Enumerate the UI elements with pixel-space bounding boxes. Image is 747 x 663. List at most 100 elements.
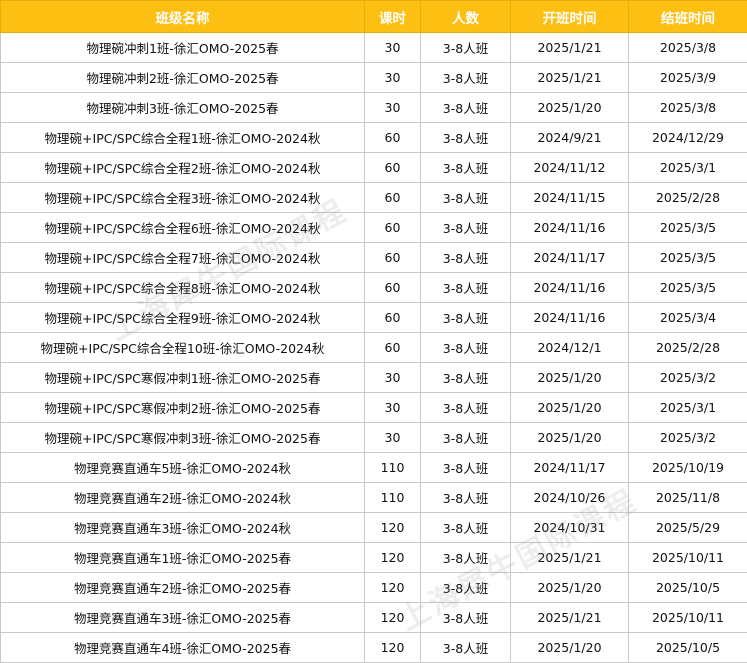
table-row: 物理碗+IPC/SPC综合全程2班-徐汇OMO-2024秋603-8人班2024… <box>1 153 747 183</box>
cell-start-date: 2025/1/21 <box>511 63 629 93</box>
cell-class-name: 物理竞赛直通车2班-徐汇OMO-2024秋 <box>1 483 365 513</box>
cell-hours: 60 <box>365 303 421 333</box>
cell-end-date: 2025/10/19 <box>629 453 747 483</box>
table-row: 物理碗+IPC/SPC综合全程3班-徐汇OMO-2024秋603-8人班2024… <box>1 183 747 213</box>
cell-end-date: 2025/3/8 <box>629 33 747 63</box>
cell-class-size: 3-8人班 <box>421 243 511 273</box>
cell-start-date: 2025/1/21 <box>511 603 629 633</box>
table-row: 物理竞赛直通车5班-徐汇OMO-2024秋1103-8人班2024/11/172… <box>1 453 747 483</box>
cell-hours: 120 <box>365 633 421 663</box>
cell-class-size: 3-8人班 <box>421 273 511 303</box>
cell-class-size: 3-8人班 <box>421 153 511 183</box>
cell-end-date: 2025/3/1 <box>629 153 747 183</box>
cell-class-size: 3-8人班 <box>421 393 511 423</box>
header-row: 班级名称 课时 人数 开班时间 结班时间 <box>1 1 747 33</box>
cell-start-date: 2025/1/20 <box>511 423 629 453</box>
table-row: 物理碗冲刺1班-徐汇OMO-2025春303-8人班2025/1/212025/… <box>1 33 747 63</box>
header-end-date: 结班时间 <box>629 1 747 33</box>
cell-class-name: 物理碗+IPC/SPC综合全程7班-徐汇OMO-2024秋 <box>1 243 365 273</box>
cell-class-name: 物理碗冲刺3班-徐汇OMO-2025春 <box>1 93 365 123</box>
cell-class-name: 物理碗+IPC/SPC综合全程3班-徐汇OMO-2024秋 <box>1 183 365 213</box>
cell-start-date: 2025/1/21 <box>511 543 629 573</box>
cell-hours: 60 <box>365 183 421 213</box>
cell-hours: 60 <box>365 213 421 243</box>
cell-start-date: 2024/11/15 <box>511 183 629 213</box>
cell-end-date: 2025/10/5 <box>629 633 747 663</box>
cell-end-date: 2025/2/28 <box>629 183 747 213</box>
cell-hours: 30 <box>365 63 421 93</box>
cell-end-date: 2025/3/4 <box>629 303 747 333</box>
cell-end-date: 2024/12/29 <box>629 123 747 153</box>
cell-hours: 110 <box>365 453 421 483</box>
cell-class-name: 物理竞赛直通车3班-徐汇OMO-2024秋 <box>1 513 365 543</box>
cell-hours: 30 <box>365 423 421 453</box>
cell-hours: 30 <box>365 363 421 393</box>
cell-hours: 60 <box>365 273 421 303</box>
table-row: 物理碗+IPC/SPC寒假冲刺2班-徐汇OMO-2025春303-8人班2025… <box>1 393 747 423</box>
table-row: 物理碗+IPC/SPC综合全程7班-徐汇OMO-2024秋603-8人班2024… <box>1 243 747 273</box>
table-row: 物理碗+IPC/SPC寒假冲刺3班-徐汇OMO-2025春303-8人班2025… <box>1 423 747 453</box>
table-body: 物理碗冲刺1班-徐汇OMO-2025春303-8人班2025/1/212025/… <box>1 33 747 663</box>
cell-start-date: 2024/9/21 <box>511 123 629 153</box>
cell-hours: 60 <box>365 243 421 273</box>
table-row: 物理竞赛直通车3班-徐汇OMO-2024秋1203-8人班2024/10/312… <box>1 513 747 543</box>
cell-end-date: 2025/3/5 <box>629 243 747 273</box>
cell-hours: 60 <box>365 333 421 363</box>
cell-start-date: 2025/1/20 <box>511 363 629 393</box>
cell-hours: 60 <box>365 123 421 153</box>
table-row: 物理碗+IPC/SPC寒假冲刺1班-徐汇OMO-2025春303-8人班2025… <box>1 363 747 393</box>
cell-class-size: 3-8人班 <box>421 633 511 663</box>
cell-start-date: 2024/11/16 <box>511 273 629 303</box>
cell-class-name: 物理碗+IPC/SPC寒假冲刺3班-徐汇OMO-2025春 <box>1 423 365 453</box>
table-row: 物理碗+IPC/SPC综合全程6班-徐汇OMO-2024秋603-8人班2024… <box>1 213 747 243</box>
cell-class-size: 3-8人班 <box>421 183 511 213</box>
cell-hours: 30 <box>365 33 421 63</box>
cell-class-size: 3-8人班 <box>421 453 511 483</box>
cell-end-date: 2025/5/29 <box>629 513 747 543</box>
class-schedule-table: 班级名称 课时 人数 开班时间 结班时间 物理碗冲刺1班-徐汇OMO-2025春… <box>0 0 747 663</box>
cell-hours: 60 <box>365 153 421 183</box>
cell-start-date: 2025/1/20 <box>511 93 629 123</box>
table-row: 物理碗+IPC/SPC综合全程9班-徐汇OMO-2024秋603-8人班2024… <box>1 303 747 333</box>
table-row: 物理碗冲刺3班-徐汇OMO-2025春303-8人班2025/1/202025/… <box>1 93 747 123</box>
cell-start-date: 2024/10/31 <box>511 513 629 543</box>
cell-end-date: 2025/10/5 <box>629 573 747 603</box>
cell-end-date: 2025/10/11 <box>629 603 747 633</box>
table-row: 物理碗+IPC/SPC综合全程10班-徐汇OMO-2024秋603-8人班202… <box>1 333 747 363</box>
cell-class-name: 物理竞赛直通车3班-徐汇OMO-2025春 <box>1 603 365 633</box>
cell-start-date: 2025/1/20 <box>511 633 629 663</box>
cell-start-date: 2024/11/16 <box>511 213 629 243</box>
cell-class-name: 物理碗+IPC/SPC综合全程1班-徐汇OMO-2024秋 <box>1 123 365 153</box>
cell-hours: 120 <box>365 603 421 633</box>
cell-end-date: 2025/3/5 <box>629 213 747 243</box>
cell-class-size: 3-8人班 <box>421 123 511 153</box>
cell-start-date: 2025/1/20 <box>511 573 629 603</box>
cell-end-date: 2025/2/28 <box>629 333 747 363</box>
cell-hours: 30 <box>365 393 421 423</box>
cell-class-size: 3-8人班 <box>421 513 511 543</box>
cell-start-date: 2024/11/17 <box>511 453 629 483</box>
cell-end-date: 2025/3/8 <box>629 93 747 123</box>
cell-hours: 30 <box>365 93 421 123</box>
cell-end-date: 2025/3/1 <box>629 393 747 423</box>
table-row: 物理碗+IPC/SPC综合全程1班-徐汇OMO-2024秋603-8人班2024… <box>1 123 747 153</box>
cell-class-name: 物理碗冲刺1班-徐汇OMO-2025春 <box>1 33 365 63</box>
header-class-name: 班级名称 <box>1 1 365 33</box>
cell-class-name: 物理碗+IPC/SPC综合全程8班-徐汇OMO-2024秋 <box>1 273 365 303</box>
cell-class-size: 3-8人班 <box>421 333 511 363</box>
cell-class-size: 3-8人班 <box>421 213 511 243</box>
cell-class-size: 3-8人班 <box>421 483 511 513</box>
cell-class-name: 物理碗+IPC/SPC综合全程9班-徐汇OMO-2024秋 <box>1 303 365 333</box>
table-header: 班级名称 课时 人数 开班时间 结班时间 <box>1 1 747 33</box>
cell-class-name: 物理碗+IPC/SPC寒假冲刺1班-徐汇OMO-2025春 <box>1 363 365 393</box>
cell-class-name: 物理竞赛直通车4班-徐汇OMO-2025春 <box>1 633 365 663</box>
table-row: 物理竞赛直通车1班-徐汇OMO-2025春1203-8人班2025/1/2120… <box>1 543 747 573</box>
cell-class-size: 3-8人班 <box>421 93 511 123</box>
cell-class-size: 3-8人班 <box>421 423 511 453</box>
cell-class-name: 物理碗+IPC/SPC综合全程2班-徐汇OMO-2024秋 <box>1 153 365 183</box>
cell-start-date: 2024/11/16 <box>511 303 629 333</box>
cell-class-name: 物理碗冲刺2班-徐汇OMO-2025春 <box>1 63 365 93</box>
cell-class-size: 3-8人班 <box>421 33 511 63</box>
cell-end-date: 2025/10/11 <box>629 543 747 573</box>
cell-class-size: 3-8人班 <box>421 63 511 93</box>
